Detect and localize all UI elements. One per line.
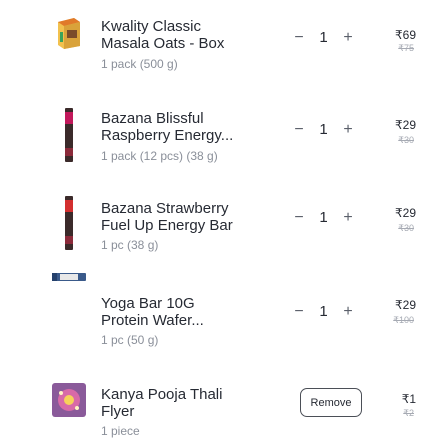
item-price: ₹29 [395, 298, 416, 312]
item-quantity-label: 1 piece [101, 424, 140, 438]
plus-button[interactable]: + [337, 121, 359, 139]
flyer-icon [52, 383, 86, 417]
quantity-stepper: − 1 + [283, 22, 364, 53]
minus-button[interactable]: − [288, 121, 310, 139]
item-price: ₹29 [395, 206, 416, 220]
item-mrp: ₹75 [398, 43, 414, 53]
item-count: 1 [319, 303, 328, 320]
item-name: Bazana Strawberry Fuel Up Energy Bar [101, 200, 233, 234]
item-quantity-label: 1 pack (12 pcs) (38 g) [101, 149, 218, 163]
energy-bar-icon [52, 196, 86, 250]
quantity-stepper: − 1 + [283, 114, 364, 145]
cart-item: Yoga Bar 10G Protein Wafer... 1 pc (50 g… [0, 258, 432, 347]
quantity-stepper: − 1 + [283, 202, 364, 233]
item-name: Kwality Classic Masala Oats - Box [101, 18, 225, 52]
item-quantity-label: 1 pc (38 g) [101, 238, 159, 252]
oats-box-icon [52, 16, 86, 50]
item-count: 1 [319, 209, 328, 226]
minus-button[interactable]: − [288, 209, 310, 227]
item-price: ₹69 [395, 28, 416, 42]
minus-button[interactable]: − [288, 303, 310, 321]
item-price: ₹29 [395, 118, 416, 132]
item-count: 1 [319, 29, 328, 46]
item-price: ₹1 [401, 392, 416, 406]
item-quantity-label: 1 pack (500 g) [101, 57, 178, 71]
item-count: 1 [319, 121, 328, 138]
remove-button[interactable]: Remove [300, 388, 362, 417]
item-mrp: ₹100 [393, 315, 414, 325]
plus-button[interactable]: + [337, 303, 359, 321]
item-mrp: ₹30 [398, 135, 414, 145]
item-mrp: ₹2 [403, 408, 414, 418]
item-name: Yoga Bar 10G Protein Wafer... [101, 295, 204, 329]
item-name: Kanya Pooja Thali Flyer [101, 386, 223, 420]
cart-item: Bazana Strawberry Fuel Up Energy Bar 1 p… [0, 172, 432, 258]
quantity-stepper: − 1 + [283, 296, 364, 327]
cart-item: Kwality Classic Masala Oats - Box 1 pack… [0, 0, 432, 86]
item-name: Bazana Blissful Raspberry Energy... [101, 110, 234, 144]
item-mrp: ₹30 [398, 223, 414, 233]
cart-item: Bazana Blissful Raspberry Energy... 1 pa… [0, 86, 432, 172]
plus-button[interactable]: + [337, 29, 359, 47]
cart-item-list: Kwality Classic Masala Oats - Box 1 pack… [0, 0, 432, 448]
energy-bar-icon [52, 108, 86, 162]
minus-button[interactable]: − [288, 29, 310, 47]
plus-button[interactable]: + [337, 209, 359, 227]
wafer-bar-icon [52, 270, 86, 284]
cart-item: Kanya Pooja Thali Flyer 1 piece Remove ₹… [0, 344, 432, 448]
